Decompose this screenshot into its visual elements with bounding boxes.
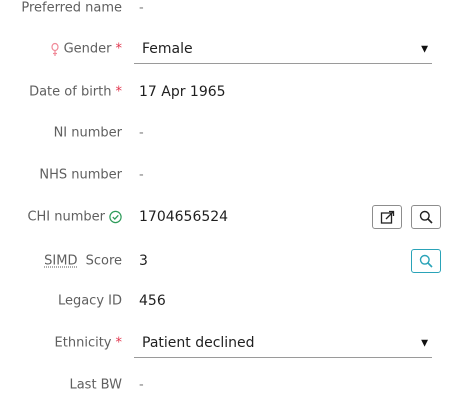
row-legacy-id: Legacy ID 456 [0, 286, 450, 316]
ethnicity-selected-value: Patient declined [142, 334, 255, 351]
dob-label: Date of birth * [29, 84, 123, 100]
ni-number-value: - [139, 125, 144, 141]
simd-abbreviation: SIMD [44, 253, 78, 269]
verified-check-icon [109, 210, 122, 224]
ethnicity-label: Ethnicity * [54, 335, 123, 351]
simd-score-value: 3 [139, 253, 148, 269]
gender-select[interactable]: Female ▼ [134, 34, 432, 64]
ethnicity-select[interactable]: Patient declined ▼ [134, 328, 432, 358]
patient-details-form: Preferred name - Gender * Female ▼ Date … [0, 0, 450, 399]
external-edit-icon [380, 210, 394, 224]
last-bw-value: - [139, 377, 144, 393]
required-marker: * [115, 41, 123, 57]
nhs-number-value: - [139, 167, 144, 183]
search-icon [419, 254, 433, 268]
row-chi-number: CHI number 1704656524 [0, 202, 450, 232]
last-bw-label: Last BW [69, 377, 122, 393]
ni-number-label: NI number [53, 125, 122, 141]
row-ni-number: NI number - [0, 118, 450, 148]
chi-number-label: CHI number [27, 210, 122, 225]
row-nhs-number: NHS number - [0, 160, 450, 190]
gender-label: Gender * [50, 42, 122, 57]
row-ethnicity: Ethnicity * Patient declined ▼ [0, 328, 450, 358]
chi-number-value: 1704656524 [139, 209, 229, 225]
row-simd-score: SIMD Score 3 [0, 246, 450, 276]
chevron-down-icon: ▼ [421, 44, 428, 54]
simd-search-button[interactable] [411, 249, 441, 273]
preferred-name-value: - [139, 0, 144, 16]
row-preferred-name: Preferred name - [0, 0, 450, 23]
row-gender: Gender * Female ▼ [0, 34, 450, 64]
legacy-id-label: Legacy ID [57, 293, 122, 309]
preferred-name-label: Preferred name [21, 0, 122, 16]
dob-value: 17 Apr 1965 [139, 84, 226, 100]
chi-search-button[interactable] [411, 205, 441, 229]
search-icon [419, 210, 433, 224]
chevron-down-icon: ▼ [421, 338, 428, 348]
row-date-of-birth: Date of birth * 17 Apr 1965 [0, 77, 450, 107]
required-marker: * [115, 84, 123, 100]
gender-selected-value: Female [142, 40, 193, 57]
gender-female-icon [50, 42, 59, 56]
row-last-bw: Last BW - [0, 370, 450, 399]
legacy-id-value: 456 [139, 293, 166, 309]
open-external-button[interactable] [372, 205, 402, 229]
nhs-number-label: NHS number [39, 167, 122, 183]
required-marker: * [115, 335, 123, 351]
simd-score-label: SIMD Score [44, 253, 122, 269]
